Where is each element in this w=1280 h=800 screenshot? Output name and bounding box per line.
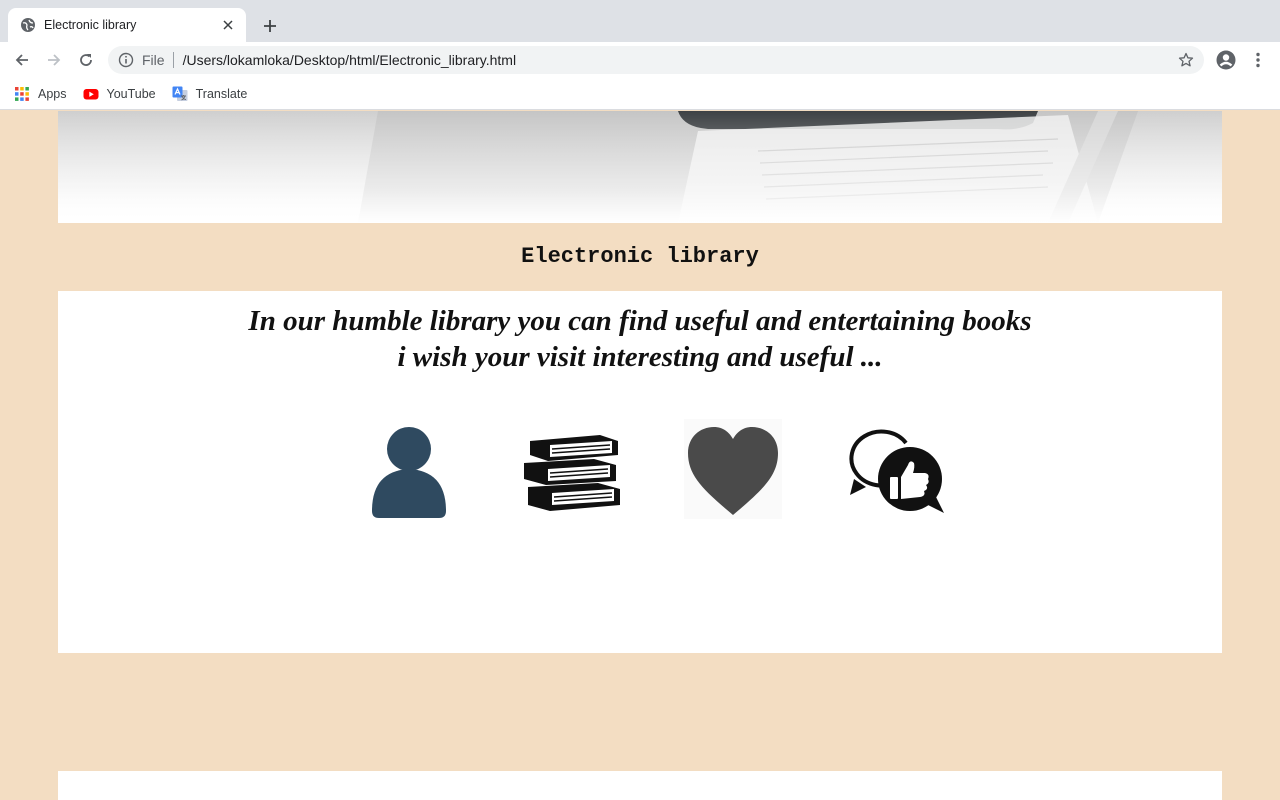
bookmark-apps[interactable]: Apps (14, 86, 67, 102)
bookmark-label: YouTube (106, 86, 156, 101)
heart-icon[interactable] (684, 419, 782, 519)
tablet-book-illustration (58, 111, 1222, 223)
close-icon[interactable] (220, 17, 236, 33)
user-icon[interactable] (370, 423, 448, 519)
bookmark-label: Apps (38, 86, 67, 101)
arrow-left-icon (15, 54, 28, 66)
more-vert-icon (1256, 52, 1260, 68)
google-translate-icon (172, 86, 188, 102)
profile-button[interactable] (1214, 48, 1238, 72)
tagline-line-1: In our humble library you can find usefu… (248, 305, 1032, 337)
forward-button[interactable] (42, 48, 66, 72)
reload-button[interactable] (74, 48, 98, 72)
info-icon[interactable] (118, 52, 134, 68)
hero-banner-image (58, 111, 1222, 223)
bookmark-translate[interactable]: Translate (172, 86, 248, 102)
reload-icon (80, 54, 92, 66)
browser-tab[interactable]: Electronic library (8, 8, 246, 42)
feature-icons-row (58, 419, 1222, 523)
next-section-card (58, 771, 1222, 800)
bookmark-label: Translate (195, 86, 248, 101)
arrow-right-icon (48, 54, 61, 66)
address-divider (172, 52, 174, 68)
tagline-line-2: i wish your visit interesting and useful… (397, 341, 883, 373)
tab-strip: Electronic library (0, 0, 1280, 42)
new-tab-button[interactable] (258, 14, 282, 38)
tagline: In our humble library you can find usefu… (58, 303, 1222, 375)
apps-grid-icon (14, 86, 30, 102)
youtube-icon (83, 86, 99, 102)
back-button[interactable] (10, 48, 34, 72)
globe-icon (20, 17, 36, 33)
bookmark-youtube[interactable]: YouTube (83, 86, 156, 102)
page-title: Electronic library (521, 244, 759, 269)
bookmarks-bar: Apps YouTube Translate (0, 78, 1280, 110)
browser-toolbar: File /Users/lokamloka/Desktop/html/Elect… (0, 42, 1280, 78)
account-icon (1216, 50, 1236, 70)
address-scheme-label: File (142, 52, 165, 68)
browser-menu-button[interactable] (1248, 48, 1268, 72)
chat-like-icon[interactable] (846, 423, 946, 515)
books-icon[interactable] (520, 433, 622, 517)
address-url[interactable]: /Users/lokamloka/Desktop/html/Electronic… (183, 52, 517, 68)
plus-icon (264, 20, 276, 32)
tab-title: Electronic library (44, 18, 137, 32)
intro-card: In our humble library you can find usefu… (58, 291, 1222, 653)
star-icon[interactable] (1178, 52, 1194, 68)
address-bar[interactable]: File /Users/lokamloka/Desktop/html/Elect… (108, 46, 1204, 74)
